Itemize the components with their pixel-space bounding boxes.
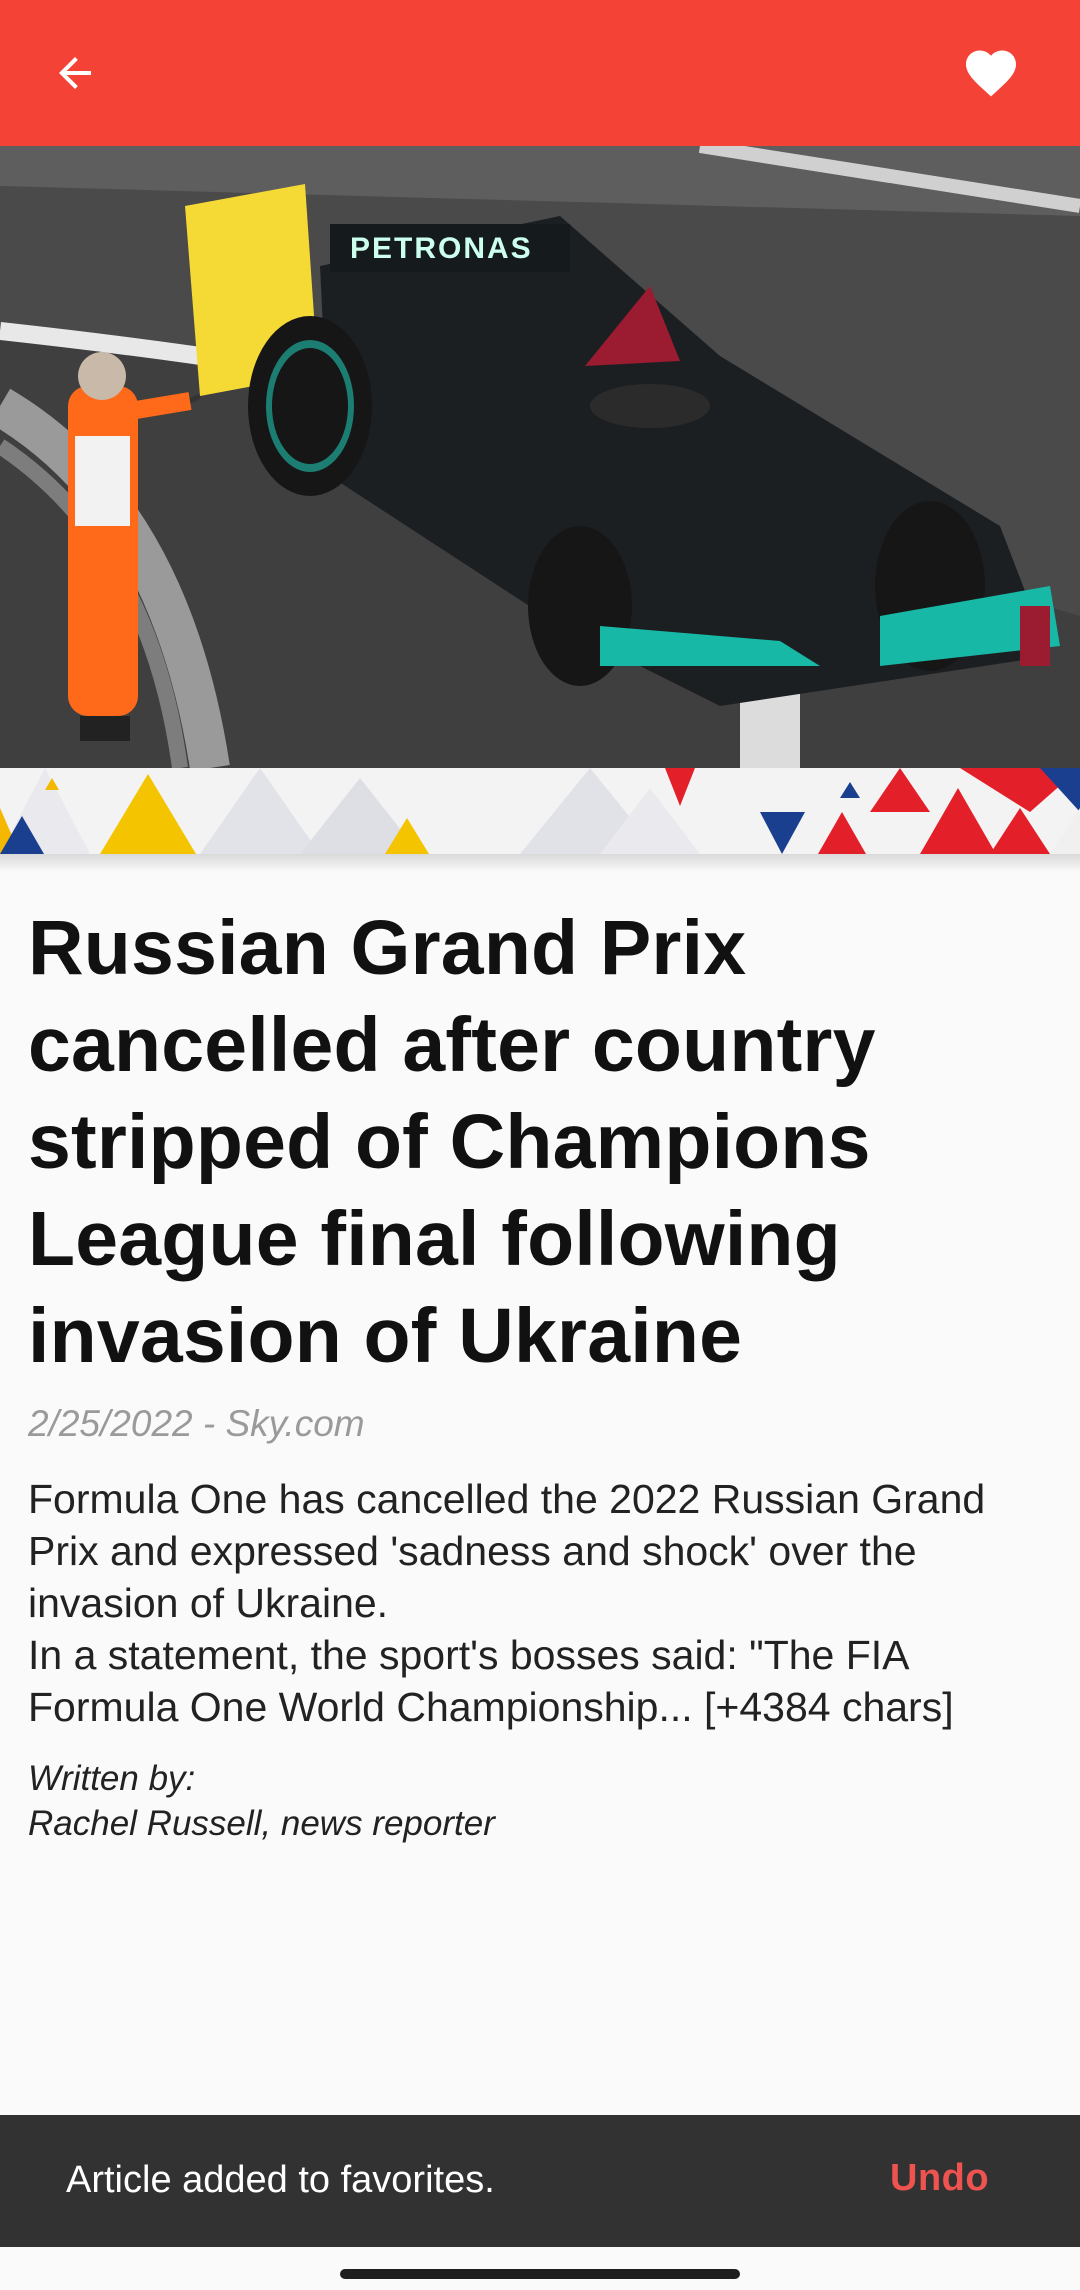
home-gesture-handle[interactable] <box>340 2269 740 2279</box>
byline: Written by: Rachel Russell, news reporte… <box>28 1756 1028 1846</box>
article-body-paragraph: In a statement, the sport's bosses said:… <box>28 1632 954 1730</box>
author-name: Rachel Russell, news reporter <box>28 1804 495 1843</box>
heart-filled-icon <box>966 50 1016 97</box>
arrow-back-icon <box>59 57 91 89</box>
article-title: Russian Grand Prix cancelled after count… <box>28 905 876 1379</box>
article-body: Formula One has cancelled the 2022 Russi… <box>28 1473 1058 1733</box>
back-button[interactable] <box>40 38 110 108</box>
svg-text:PETRONAS: PETRONAS <box>350 232 533 265</box>
undo-button[interactable]: Undo <box>890 2157 989 2200</box>
snackbar: Article added to favorites. Undo <box>0 2115 1080 2247</box>
article-body-paragraph: Formula One has cancelled the 2022 Russi… <box>28 1476 986 1626</box>
banner-shadow <box>0 854 1080 872</box>
app-bar <box>0 0 1080 146</box>
favorite-button[interactable] <box>954 36 1028 110</box>
decorative-banner <box>0 768 1080 854</box>
article-image: PETRONAS <box>0 146 1080 768</box>
written-by-label: Written by: <box>28 1759 196 1798</box>
snackbar-message: Article added to favorites. <box>66 2159 495 2201</box>
system-nav-bar <box>0 2247 1080 2290</box>
article-date-source: 2/25/2022 - Sky.com <box>28 1403 365 1444</box>
